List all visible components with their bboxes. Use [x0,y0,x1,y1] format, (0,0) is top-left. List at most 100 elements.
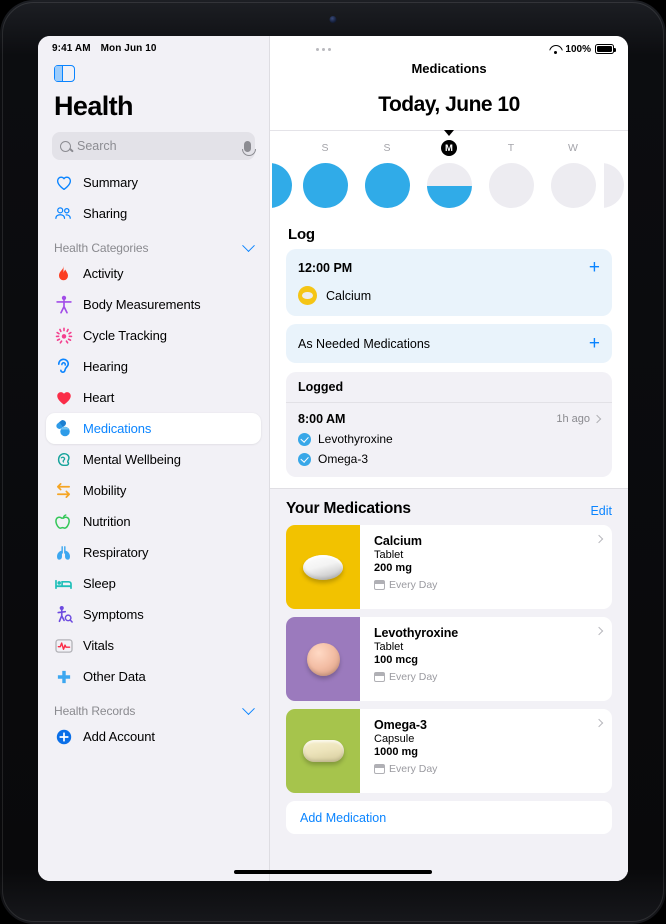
sidebar-item-body-measurements[interactable]: Body Measurements [46,289,261,320]
plus-icon[interactable]: + [589,258,600,277]
pills-icon [54,419,73,438]
sidebar-item-activity[interactable]: Activity [46,258,261,289]
medication-schedule: Every Day [374,671,602,683]
medication-details: Calcium Tablet 200 mg Every Day [360,525,612,609]
home-indicator[interactable] [234,869,432,874]
sidebar-item-label: Cycle Tracking [83,328,167,343]
sidebar-item-label: Vitals [83,638,114,653]
sidebar-item-nutrition[interactable]: Nutrition [46,506,261,537]
sidebar-item-cycle-tracking[interactable]: Cycle Tracking [46,320,261,351]
sidebar-item-medications[interactable]: Medications [46,413,261,444]
more-dots-icon[interactable] [316,47,331,51]
logged-item-label: Levothyroxine [318,432,393,446]
sidebar-item-respiratory[interactable]: Respiratory [46,537,261,568]
week-day[interactable] [604,140,626,208]
scheduled-log-card[interactable]: 12:00 PM + Calcium [286,249,612,316]
chevron-down-icon[interactable] [242,701,255,715]
logged-body[interactable]: 8:00 AM 1h ago Levothyroxine Omega-3 [286,403,612,477]
medication-thumbnail [286,617,360,701]
status-bar-left: 9:41 AM Mon Jun 10 [38,36,269,54]
chevron-down-icon[interactable] [242,238,255,252]
content-scroll: Log 12:00 PM + Calcium As Needed Medicat… [270,214,628,881]
nav-title: Medications [411,61,487,76]
sidebar-toggle-icon[interactable] [54,65,75,82]
logged-header-row: 8:00 AM 1h ago [298,412,602,426]
yellow-tablet-icon [298,286,317,305]
scheduled-time: 12:00 PM [298,260,353,275]
week-day-ring [272,163,292,208]
plus-icon[interactable]: + [589,334,600,353]
week-day-label: S [321,142,329,154]
search-input[interactable] [77,139,238,153]
check-circle-icon [298,432,311,446]
battery-percent-label: 100% [565,43,591,55]
medication-details: Levothyroxine Tablet 100 mcg Every Day [360,617,612,701]
week-day-ring [604,163,624,208]
scheduled-log-header: 12:00 PM + [298,258,600,277]
your-medications-heading: Your Medications [286,500,411,517]
your-medications-section: Your Medications Edit Calcium Tablet 200… [270,488,628,881]
logged-relative-label: 1h ago [556,413,590,425]
week-day[interactable]: T [480,140,542,208]
sidebar-item-label: Mental Wellbeing [83,452,181,467]
sidebar-item-mental-wellbeing[interactable]: Mental Wellbeing [46,444,261,475]
health-categories-header[interactable]: Health Categories [54,238,255,255]
medication-row[interactable]: Levothyroxine Tablet 100 mcg Every Day [286,617,612,701]
sidebar-item-add-account[interactable]: Add Account [46,721,261,752]
main-pane: 100% Medications Today, June 10 S S M T … [270,36,628,881]
microphone-icon[interactable] [241,140,256,156]
medication-form: Tablet [374,549,404,561]
medication-details: Omega-3 Capsule 1000 mg Every Day [360,709,612,793]
apple-icon [54,512,73,531]
sidebar-item-summary[interactable]: Summary [46,167,261,198]
week-day[interactable] [272,140,294,208]
status-time: 9:41 AM [52,43,91,54]
sidebar-item-vitals[interactable]: Vitals [46,630,261,661]
medication-schedule-label: Every Day [389,579,438,591]
as-needed-label: As Needed Medications [298,336,431,351]
health-records-label: Health Records [54,704,136,718]
sidebar-item-label: Symptoms [83,607,144,622]
sidebar-item-sharing[interactable]: Sharing [46,198,261,229]
sidebar-item-heart[interactable]: Heart [46,382,261,413]
medication-dose: 200 mg [374,562,412,574]
search-box[interactable] [52,132,256,160]
people-icon [54,204,73,223]
log-heading: Log [288,226,315,243]
week-day[interactable]: W [542,140,604,208]
edit-button[interactable]: Edit [590,504,612,518]
medication-thumbnail [286,525,360,609]
sidebar-item-other-data[interactable]: Other Data [46,661,261,692]
flame-icon [54,264,73,283]
sidebar-item-mobility[interactable]: Mobility [46,475,261,506]
week-day-today[interactable]: M [418,140,480,208]
check-circle-icon [298,452,311,466]
medication-row[interactable]: Omega-3 Capsule 1000 mg Every Day [286,709,612,793]
sidebar-item-label: Sharing [83,206,128,221]
week-strip: S S M T W [270,130,628,214]
health-records-header[interactable]: Health Records [54,701,255,718]
sidebar-item-label: Nutrition [83,514,131,529]
body-figure-icon [54,295,73,314]
logged-item: Levothyroxine [298,432,600,446]
medication-schedule: Every Day [374,763,602,775]
medication-form: Tablet [374,641,404,653]
sidebar-nav: Summary Sharing Health Categories Activi… [38,160,269,881]
sidebar-item-symptoms[interactable]: Symptoms [46,599,261,630]
add-medication-button[interactable]: Add Medication [286,801,612,834]
week-day[interactable]: S [294,140,356,208]
sidebar-item-hearing[interactable]: Hearing [46,351,261,382]
battery-full-icon [595,44,616,54]
as-needed-card[interactable]: As Needed Medications + [286,324,612,363]
ipad-device-frame: 9:41 AM Mon Jun 10 Health Summary [0,0,666,924]
week-day-ring [550,163,596,208]
page-title: Health [54,91,134,121]
logged-relative-time[interactable]: 1h ago [556,413,602,425]
week-day[interactable]: S [356,140,418,208]
waveform-icon [54,636,73,655]
ipad-screen: 9:41 AM Mon Jun 10 Health Summary [38,36,628,881]
front-camera-icon [329,16,337,23]
heart-outline-icon [54,173,73,192]
medication-row[interactable]: Calcium Tablet 200 mg Every Day [286,525,612,609]
sidebar-item-sleep[interactable]: Sleep [46,568,261,599]
